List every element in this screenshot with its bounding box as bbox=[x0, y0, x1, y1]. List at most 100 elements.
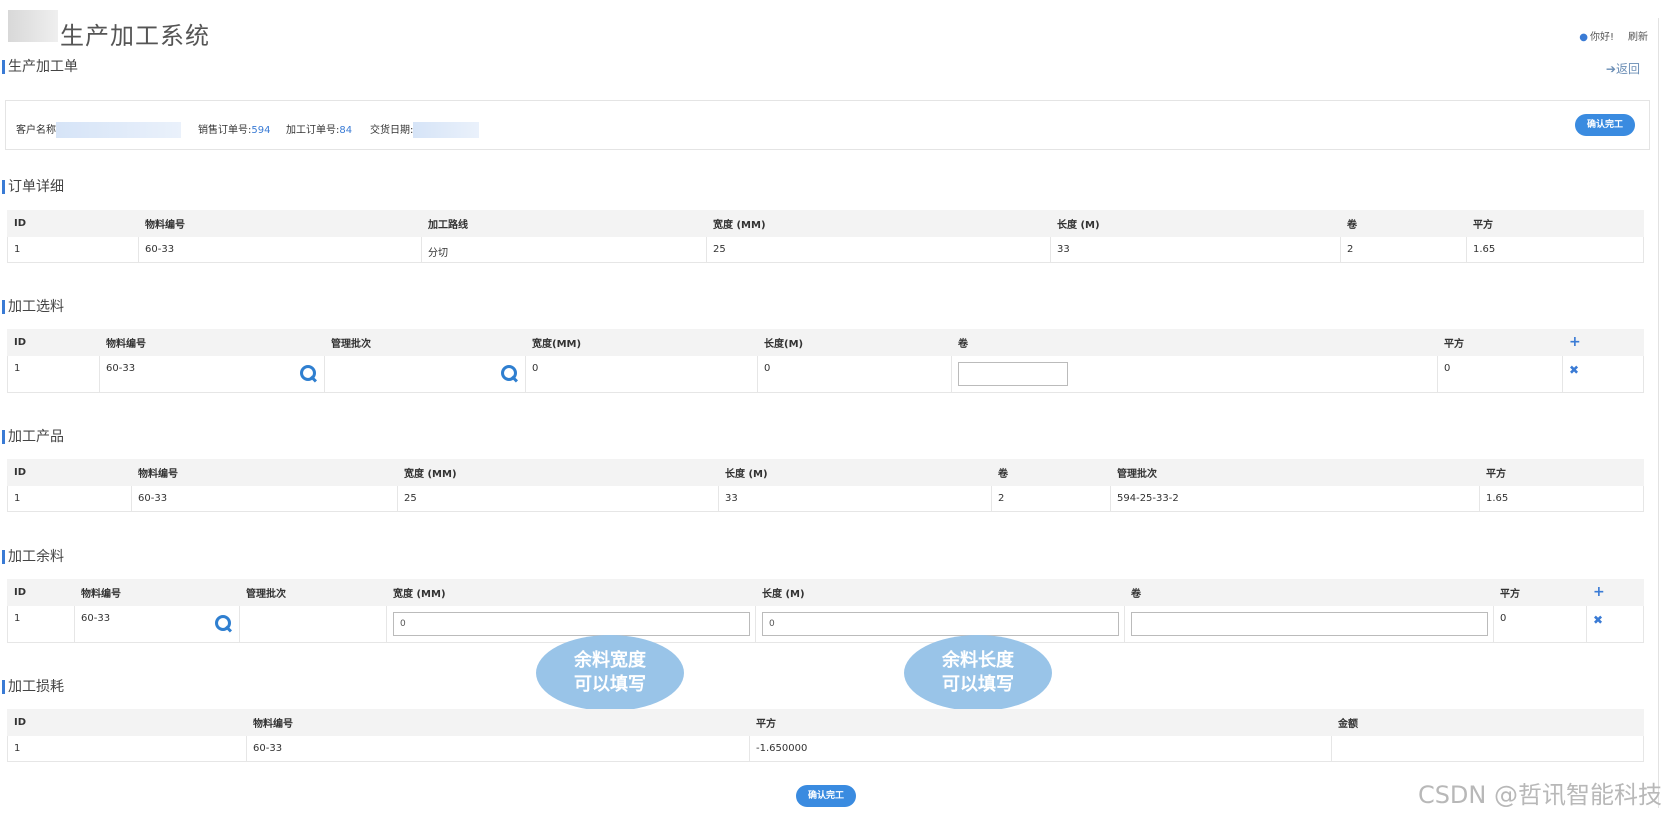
col-header: 长度 (M) bbox=[718, 459, 992, 486]
col-header: 长度(M) bbox=[757, 329, 952, 356]
cell: 25 bbox=[706, 236, 1051, 263]
search-icon[interactable] bbox=[299, 364, 317, 382]
products-title: 加工产品 bbox=[2, 430, 64, 444]
sales-order-label: 销售订单号: bbox=[198, 125, 252, 136]
col-header: 管理批次 bbox=[239, 579, 387, 606]
table-header-row: ID 物料编号 管理批次 宽度(MM) 长度(M) 卷 平方 + bbox=[7, 329, 1644, 356]
remainder-roll-input[interactable] bbox=[1131, 612, 1488, 636]
width-cell bbox=[386, 605, 756, 643]
cell: -1.650000 bbox=[749, 735, 1332, 762]
col-header: 宽度 (MM) bbox=[706, 210, 1051, 237]
material-code-cell: 60-33 bbox=[99, 355, 325, 393]
material-select-table: ID 物料编号 管理批次 宽度(MM) 长度(M) 卷 平方 + 1 60-33… bbox=[7, 329, 1644, 393]
user-icon: ● bbox=[1579, 32, 1588, 43]
cell: 594-25-33-2 bbox=[1110, 485, 1480, 512]
add-row-button[interactable]: + bbox=[1562, 329, 1644, 356]
cell: 1 bbox=[7, 605, 75, 643]
bottom-confirm-complete-button[interactable]: 确认完工 bbox=[796, 785, 856, 807]
process-order-label: 加工订单号: bbox=[286, 125, 340, 136]
col-header: 卷 bbox=[1124, 579, 1494, 606]
col-header: 物料编号 bbox=[246, 709, 750, 736]
sales-order-value: 594 bbox=[251, 125, 271, 136]
user-greeting-link[interactable]: ● 你好! bbox=[1579, 28, 1614, 43]
cell: 2 bbox=[991, 485, 1111, 512]
col-header: 宽度 (MM) bbox=[386, 579, 756, 606]
cell bbox=[239, 605, 387, 643]
order-info-panel: 客户名称 销售订单号:594 加工订单号:84 交货日期: bbox=[5, 100, 1650, 150]
col-header: ID bbox=[7, 329, 100, 356]
back-arrow-icon: ➔ bbox=[1605, 62, 1616, 76]
width-note-text: 余料宽度 可以填写 bbox=[574, 649, 646, 697]
table-row: 1 60-33 0 ✖ bbox=[7, 605, 1644, 643]
watermark: CSDN @哲讯智能科技 bbox=[1417, 781, 1662, 809]
back-label: 返回 bbox=[1615, 62, 1640, 76]
delivery-label: 交货日期: bbox=[370, 125, 414, 136]
search-icon[interactable] bbox=[214, 614, 232, 632]
note-line: 可以填写 bbox=[574, 674, 646, 695]
col-header: 加工路线 bbox=[421, 210, 707, 237]
col-header: 管理批次 bbox=[324, 329, 526, 356]
remainder-width-input[interactable] bbox=[393, 612, 750, 636]
col-header: ID bbox=[7, 579, 75, 606]
table-row: 1 60-33 0 0 0 ✖ bbox=[7, 355, 1644, 393]
delete-row-button[interactable]: ✖ bbox=[1586, 605, 1644, 643]
add-row-button[interactable]: + bbox=[1586, 579, 1644, 606]
cell: 1.65 bbox=[1466, 236, 1644, 263]
close-icon: ✖ bbox=[1569, 363, 1580, 377]
customer-label: 客户名称 bbox=[16, 125, 56, 136]
batch-cell bbox=[324, 355, 526, 393]
length-note-bubble: 余料长度 可以填写 bbox=[904, 635, 1052, 711]
cell: 0 bbox=[525, 355, 758, 393]
plus-icon: + bbox=[1569, 334, 1581, 350]
col-header: 长度 (M) bbox=[755, 579, 1125, 606]
remainder-length-input[interactable] bbox=[762, 612, 1119, 636]
customer-name: 客户名称 bbox=[16, 121, 181, 138]
col-header: 物料编号 bbox=[138, 210, 422, 237]
roll-cell bbox=[951, 355, 1438, 393]
delete-row-button[interactable]: ✖ bbox=[1562, 355, 1644, 393]
roll-cell bbox=[1124, 605, 1494, 643]
search-icon[interactable] bbox=[500, 364, 518, 382]
sales-order-number: 销售订单号:594 bbox=[198, 121, 270, 136]
logo bbox=[8, 10, 58, 42]
cell: 33 bbox=[718, 485, 992, 512]
col-header: 金额 bbox=[1331, 709, 1644, 736]
col-header: 平方 bbox=[1479, 459, 1644, 486]
note-line: 可以填写 bbox=[942, 674, 1014, 695]
col-header: 宽度(MM) bbox=[525, 329, 758, 356]
cell: 25 bbox=[397, 485, 719, 512]
remainder-title: 加工余料 bbox=[2, 550, 64, 564]
cell: 0 bbox=[757, 355, 952, 393]
cell: 60-33 bbox=[138, 236, 422, 263]
col-header: 宽度 (MM) bbox=[397, 459, 719, 486]
confirm-complete-button[interactable]: 确认完工 bbox=[1575, 114, 1635, 136]
length-note-text: 余料长度 可以填写 bbox=[942, 649, 1014, 697]
products-table: ID 物料编号 宽度 (MM) 长度 (M) 卷 管理批次 平方 1 60-33… bbox=[7, 459, 1644, 512]
close-icon: ✖ bbox=[1593, 613, 1604, 627]
note-line: 余料长度 bbox=[942, 650, 1014, 671]
loss-table: ID 物料编号 平方 金额 1 60-33 -1.650000 bbox=[7, 709, 1644, 762]
col-header: 物料编号 bbox=[74, 579, 240, 606]
app-header: 生产加工系统 ● 你好! 刷新 bbox=[0, 0, 1670, 62]
order-detail-table: ID 物料编号 加工路线 宽度 (MM) 长度 (M) 卷 平方 1 60-33… bbox=[7, 210, 1644, 263]
table-header-row: ID 物料编号 管理批次 宽度 (MM) 长度 (M) 卷 平方 + bbox=[7, 579, 1644, 606]
width-note-bubble: 余料宽度 可以填写 bbox=[536, 635, 684, 711]
table-row: 1 60-33 分切 25 33 2 1.65 bbox=[7, 236, 1644, 263]
page-divider bbox=[1658, 18, 1659, 808]
col-header: ID bbox=[7, 459, 132, 486]
refresh-link[interactable]: 刷新 bbox=[1628, 28, 1648, 43]
cell: 1 bbox=[7, 485, 132, 512]
col-header: ID bbox=[7, 709, 247, 736]
process-order-value: 84 bbox=[339, 125, 353, 136]
cell: 1 bbox=[7, 236, 139, 263]
material-code: 60-33 bbox=[106, 363, 136, 374]
loss-title: 加工损耗 bbox=[2, 680, 64, 694]
col-header: 平方 bbox=[1437, 329, 1563, 356]
cell: 2 bbox=[1340, 236, 1467, 263]
roll-input[interactable] bbox=[958, 362, 1068, 386]
greeting-text: 你好! bbox=[1589, 32, 1614, 43]
back-link[interactable]: ➔返回 bbox=[1606, 60, 1640, 77]
cell: 1 bbox=[7, 735, 247, 762]
col-header: 物料编号 bbox=[99, 329, 325, 356]
table-header-row: ID 物料编号 平方 金额 bbox=[7, 709, 1644, 736]
